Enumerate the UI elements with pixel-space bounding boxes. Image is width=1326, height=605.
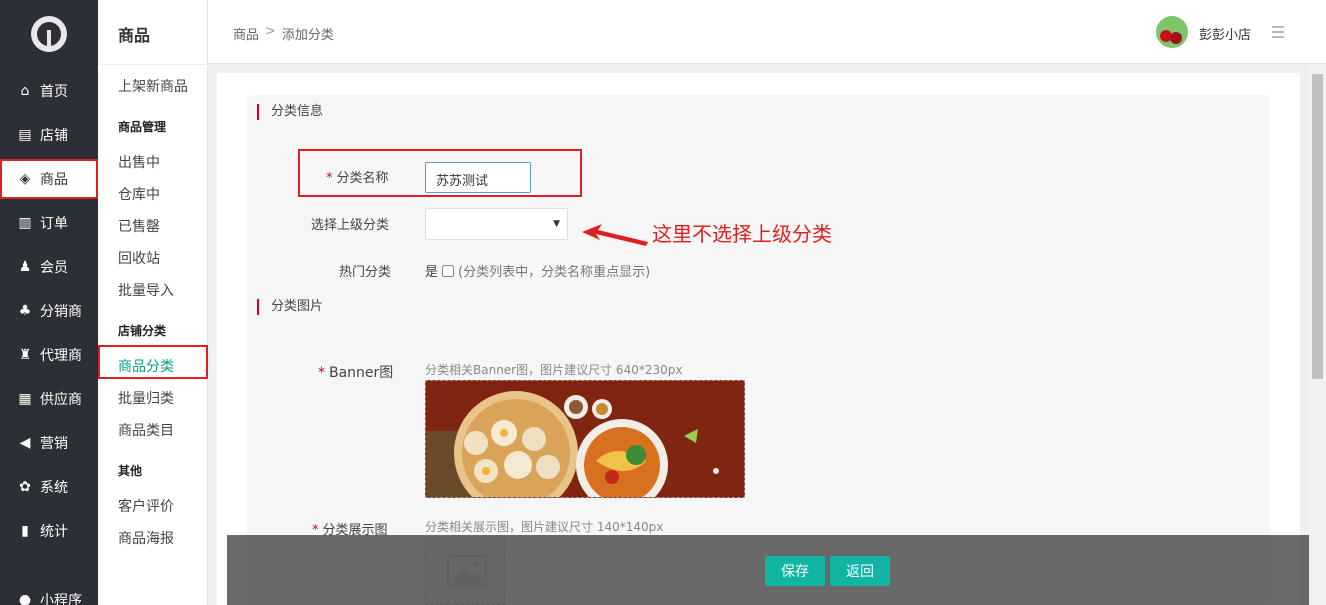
subnav-group-manage: 商品管理 xyxy=(118,120,167,134)
nav-item-11[interactable]: ● 小程序 xyxy=(0,580,98,605)
back-button[interactable]: 返回 xyxy=(830,556,890,586)
nav-item-5[interactable]: ♣ 分销商 xyxy=(0,291,98,331)
hot-category-row: 是 (分类列表中，分类名称重点显示) xyxy=(425,261,650,280)
section-title-image: 分类图片 xyxy=(257,299,323,315)
box-icon: ◈ xyxy=(19,171,31,187)
sub-sidebar: 商品 上架新商品 商品管理 出售中 仓库中 已售罄 回收站 批量导入 店铺分类 … xyxy=(98,0,208,605)
shop-name[interactable]: 彭彭小店 xyxy=(1199,24,1251,43)
agent-icon: ♜ xyxy=(18,347,32,363)
nav-item-4[interactable]: ♟ 会员 xyxy=(0,247,98,287)
breadcrumb-separator-icon: > xyxy=(265,24,276,39)
parent-category-select[interactable]: ▼ xyxy=(425,208,568,240)
subnav-group-other: 其他 xyxy=(118,464,143,478)
gear-icon: ✿ xyxy=(19,479,31,495)
parent-category-label: 选择上级分类 xyxy=(311,218,390,233)
nav-item-label: 系统 xyxy=(40,480,68,496)
nav-item-8[interactable]: ◀ 营销 xyxy=(0,423,98,463)
banner-image[interactable] xyxy=(425,380,745,498)
name-label-text: 分类名称 xyxy=(336,171,389,186)
nav-item-1[interactable]: ▤ 店铺 xyxy=(0,115,98,155)
annotation-arrow-icon xyxy=(582,224,648,246)
nav-item-label: 订单 xyxy=(40,216,68,232)
nav-item-label: 统计 xyxy=(40,524,68,540)
required-mark: * xyxy=(326,171,333,186)
hot-category-checkbox[interactable] xyxy=(442,264,455,277)
nav-item-3[interactable]: ▥ 订单 xyxy=(0,203,98,243)
home-icon: ⌂ xyxy=(20,83,30,99)
subnav-item-on-sale[interactable]: 出售中 xyxy=(118,152,160,172)
required-mark: * xyxy=(318,365,325,381)
avatar[interactable] xyxy=(1156,16,1188,48)
logo-icon[interactable] xyxy=(31,16,67,52)
subnav-item-category[interactable]: 商品分类 xyxy=(118,356,174,376)
annotation-note: 这里不选择上级分类 xyxy=(652,222,832,246)
subnav-group-category: 店铺分类 xyxy=(118,324,167,338)
category-name-input[interactable]: 苏苏测试 xyxy=(425,162,531,193)
main-sidebar: ⌂ 首页 ▤ 店铺 ◈ 商品 ▥ 订单 ♟ 会员 ♣ 分销商 ♜ 代理商 ▦ 供应商 ◀ 营销 ✿ 系统 ▮ 统计 ● 小程序 xyxy=(0,0,98,605)
top-header: 商品 > 添加分类 彭彭小店 xyxy=(208,0,1326,64)
nav-item-label: 小程序 xyxy=(40,593,82,605)
nav-item-label: 会员 xyxy=(40,260,68,276)
breadcrumb: 商品 > 添加分类 xyxy=(233,24,334,43)
nav-item-0[interactable]: ⌂ 首页 xyxy=(0,71,98,111)
bar-chart-icon: ▮ xyxy=(21,523,29,539)
nav-item-label: 商品 xyxy=(40,172,68,188)
nav-item-10[interactable]: ▮ 统计 xyxy=(0,511,98,551)
nav-item-2[interactable]: ◈ 商品 xyxy=(0,159,98,199)
breadcrumb-current: 添加分类 xyxy=(281,28,334,43)
subnav-item-posters[interactable]: 商品海报 xyxy=(118,528,174,548)
name-label: * 分类名称 xyxy=(326,167,389,186)
subnav-divider xyxy=(98,64,208,65)
nav-item-label: 供应商 xyxy=(40,392,82,408)
sitemap-icon: ♣ xyxy=(18,303,32,319)
subnav-item-recycle[interactable]: 回收站 xyxy=(118,248,160,268)
nav-item-label: 分销商 xyxy=(40,304,82,320)
hot-category-hint: (分类列表中，分类名称重点显示) xyxy=(458,265,651,280)
subnav-item-product-catalog[interactable]: 商品类目 xyxy=(118,420,174,440)
basket-icon: ▥ xyxy=(18,215,32,231)
banner-label: * Banner图 xyxy=(318,362,393,382)
page-scrollbar[interactable] xyxy=(1309,64,1326,605)
hot-category-label: 热门分类 xyxy=(339,265,392,280)
nav-item-label: 营销 xyxy=(40,436,68,452)
nav-item-7[interactable]: ▦ 供应商 xyxy=(0,379,98,419)
scrollbar-thumb[interactable] xyxy=(1312,74,1323,379)
subnav-title: 商品 xyxy=(118,26,151,45)
nav-item-9[interactable]: ✿ 系统 xyxy=(0,467,98,507)
subnav-item-warehouse[interactable]: 仓库中 xyxy=(118,184,160,204)
nav-item-label: 首页 xyxy=(40,84,68,100)
nav-item-label: 店铺 xyxy=(40,128,68,144)
save-button[interactable]: 保存 xyxy=(765,556,825,586)
banner-label-text: Banner图 xyxy=(329,365,394,381)
display-image-tip: 分类相关展示图，图片建议尺寸 140*140px xyxy=(425,520,664,534)
subnav-item-reviews[interactable]: 客户评价 xyxy=(118,496,174,516)
miniapp-icon: ● xyxy=(18,592,32,605)
caret-down-icon: ▼ xyxy=(553,219,560,229)
banner-tip: 分类相关Banner图，图片建议尺寸 640*230px xyxy=(425,363,683,377)
hot-yes-label: 是 xyxy=(425,265,439,280)
subnav-item-batch-import[interactable]: 批量导入 xyxy=(118,280,174,300)
breadcrumb-root[interactable]: 商品 xyxy=(233,24,259,43)
subnav-item-sold-out[interactable]: 已售罄 xyxy=(118,216,160,236)
subnav-item-batch-categorize[interactable]: 批量归类 xyxy=(118,388,174,408)
nav-item-6[interactable]: ♜ 代理商 xyxy=(0,335,98,375)
megaphone-icon: ◀ xyxy=(19,435,31,451)
nav-item-label: 代理商 xyxy=(40,348,82,364)
building-icon: ▦ xyxy=(18,391,32,407)
user-icon: ♟ xyxy=(18,259,32,275)
menu-icon[interactable] xyxy=(1272,26,1284,38)
section-title-info: 分类信息 xyxy=(257,104,323,120)
subnav-item-publish[interactable]: 上架新商品 xyxy=(118,76,188,96)
store-icon: ▤ xyxy=(18,127,32,143)
